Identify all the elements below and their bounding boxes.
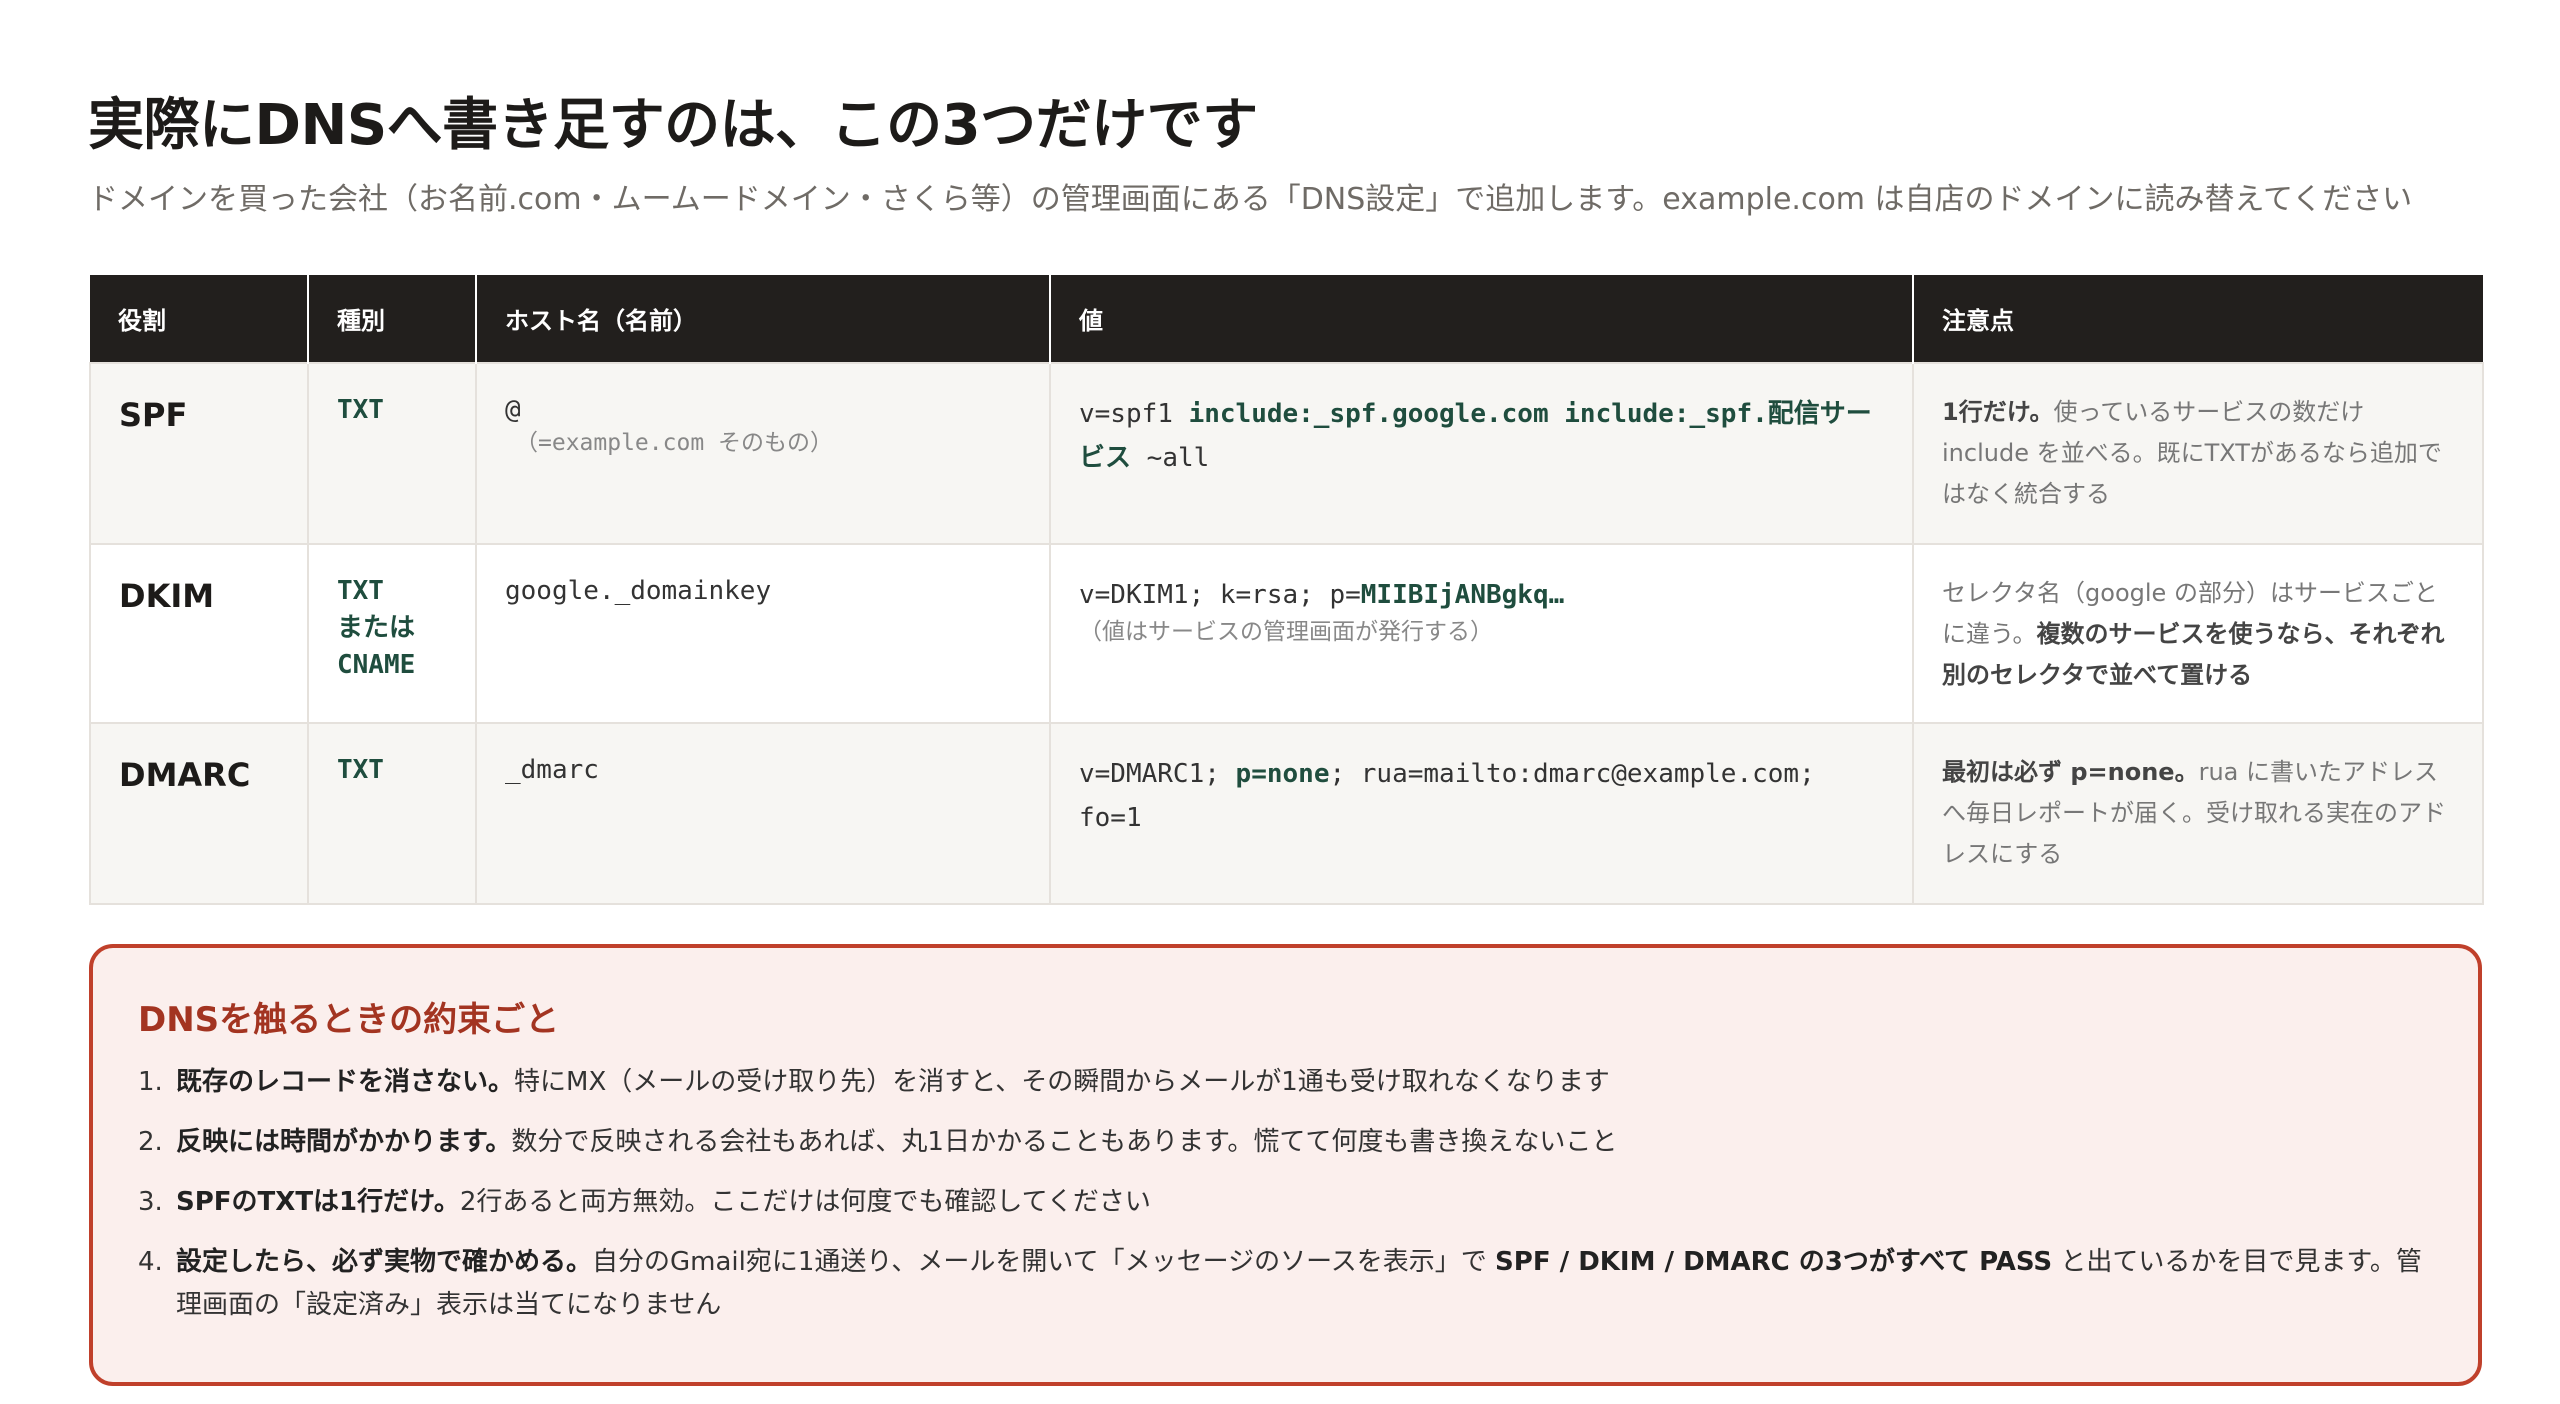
note-cell: 1行だけ。使っているサービスの数だけ include を並べる。既にTXTがある… <box>1942 392 2454 515</box>
type-value: TXT <box>337 576 384 606</box>
list-item: 4. 設定したら、必ず実物で確かめる。自分のGmail宛に1通送り、メールを開い… <box>138 1241 2428 1327</box>
list-number: 3. <box>138 1187 163 1217</box>
type-value: TXT <box>337 395 384 425</box>
header-value: 値 <box>1050 275 1914 363</box>
value-cell: v=DKIM1; k=rsa; p=MIIBIjANBgkq… （値はサービスの管… <box>1079 573 1884 647</box>
header-role: 役割 <box>90 275 309 363</box>
host-value: @ <box>505 395 521 425</box>
value-part: v=DKIM1; k=rsa; p= <box>1079 580 1361 610</box>
type-cell: TXT または CNAME <box>337 573 447 684</box>
table-row-dkim: DKIM TXT または CNAME google._domainkey v=D… <box>89 543 2484 724</box>
dns-records-table: 役割 種別 ホスト名（名前） 値 注意点 SPF TXT @ （=example… <box>89 275 2484 905</box>
value-part: ~all <box>1131 443 1210 473</box>
list-text: 既存のレコードを消さない。特にMX（メールの受け取り先）を消すと、その瞬間からメ… <box>176 1061 2428 1104</box>
value-part-bold: p=none <box>1235 759 1330 789</box>
page-title: 実際にDNSへ書き足すのは、この3つだけです <box>88 93 1258 158</box>
table-row-spf: SPF TXT @ （=example.com そのもの） v=spf1 inc… <box>89 362 2484 545</box>
rule-part-bold: SPFのTXTは1行だけ。 <box>176 1187 460 1217</box>
host-cell: @ （=example.com そのもの） <box>505 392 1021 458</box>
list-text: 反映には時間がかかります。数分で反映される会社もあれば、丸1日かかることもありま… <box>176 1121 2428 1164</box>
value-part: v=spf1 <box>1079 399 1189 429</box>
rule-part-bold: 既存のレコードを消さない。 <box>176 1067 515 1097</box>
value-note: （値はサービスの管理画面が発行する） <box>1079 619 1493 645</box>
page: 実際にDNSへ書き足すのは、この3つだけです ドメインを買った会社（お名前.co… <box>0 0 2560 1404</box>
table-row-dmarc: DMARC TXT _dmarc v=DMARC1; p=none; rua=m… <box>89 722 2484 905</box>
rule-part: 2行あると両方無効。ここだけは何度でも確認してください <box>459 1187 1151 1217</box>
type-cell: TXT <box>337 752 447 789</box>
header-note: 注意点 <box>1913 275 2483 363</box>
note-part-bold: 最初は必ず p=none。 <box>1942 758 2199 786</box>
role-cell: DKIM <box>119 577 215 615</box>
type-value: または <box>337 613 416 643</box>
rule-part-bold: 反映には時間がかかります。 <box>176 1127 512 1157</box>
list-item: 2. 反映には時間がかかります。数分で反映される会社もあれば、丸1日かかることも… <box>138 1121 2428 1164</box>
list-item: 1. 既存のレコードを消さない。特にMX（メールの受け取り先）を消すと、その瞬間… <box>138 1061 2428 1104</box>
type-cell: TXT <box>337 392 447 429</box>
list-text: 設定したら、必ず実物で確かめる。自分のGmail宛に1通送り、メールを開いて「メ… <box>176 1241 2428 1327</box>
list-text: SPFのTXTは1行だけ。2行あると両方無効。ここだけは何度でも確認してください <box>176 1181 2428 1224</box>
header-type: 種別 <box>308 275 477 363</box>
callout-title: DNSを触るときの約束ごと <box>138 1000 560 1040</box>
role-cell: DMARC <box>119 756 251 794</box>
list-number: 1. <box>138 1067 163 1097</box>
list-item: 3. SPFのTXTは1行だけ。2行あると両方無効。ここだけは何度でも確認してく… <box>138 1181 2428 1224</box>
host-cell: google._domainkey <box>505 573 1021 609</box>
list-number: 2. <box>138 1127 163 1157</box>
host-cell: _dmarc <box>505 752 1021 788</box>
value-part: v=DMARC1; <box>1079 759 1236 789</box>
rule-part: 自分のGmail宛に1通送り、メールを開いて「メッセージのソースを表示」で <box>592 1247 1496 1277</box>
rule-part-bold: SPF / DKIM / DMARC の3つがすべて PASS <box>1495 1247 2053 1277</box>
rule-part: 特にMX（メールの受け取り先）を消すと、その瞬間からメールが1通も受け取れなくな… <box>514 1067 1610 1097</box>
note-cell: セレクタ名（google の部分）はサービスごとに違う。複数のサービスを使うなら… <box>1942 573 2454 696</box>
host-value: _dmarc <box>505 755 599 785</box>
header-host: ホスト名（名前） <box>476 275 1051 363</box>
rule-part-bold: 設定したら、必ず実物で確かめる。 <box>176 1247 593 1277</box>
note-cell: 最初は必ず p=none。rua に書いたアドレスへ毎日レポートが届く。受け取れ… <box>1942 752 2454 875</box>
rule-part: 数分で反映される会社もあれば、丸1日かかることもあります。慌てて何度も書き換えな… <box>511 1127 1618 1157</box>
page-subtitle: ドメインを買った会社（お名前.com・ムームードメイン・さくら等）の管理画面にあ… <box>88 182 2413 217</box>
host-note: （=example.com そのもの） <box>515 430 834 456</box>
value-part-bold: MIIBIjANBgkq… <box>1360 580 1565 610</box>
table-header-row: 役割 種別 ホスト名（名前） 値 注意点 <box>90 275 2483 363</box>
value-cell: v=DMARC1; p=none; rua=mailto:dmarc@examp… <box>1079 752 1884 840</box>
value-cell: v=spf1 include:_spf.google.com include:_… <box>1079 392 1884 480</box>
note-part-bold: 1行だけ。 <box>1942 398 2054 426</box>
dns-rules-callout: DNSを触るときの約束ごと 1. 既存のレコードを消さない。特にMX（メールの受… <box>89 944 2482 1386</box>
rules-list: 1. 既存のレコードを消さない。特にMX（メールの受け取り先）を消すと、その瞬間… <box>138 1061 2428 1344</box>
type-value: TXT <box>337 755 384 785</box>
host-value: google._domainkey <box>505 576 772 606</box>
type-value: CNAME <box>337 650 416 680</box>
list-number: 4. <box>138 1247 163 1277</box>
role-cell: SPF <box>119 396 188 434</box>
